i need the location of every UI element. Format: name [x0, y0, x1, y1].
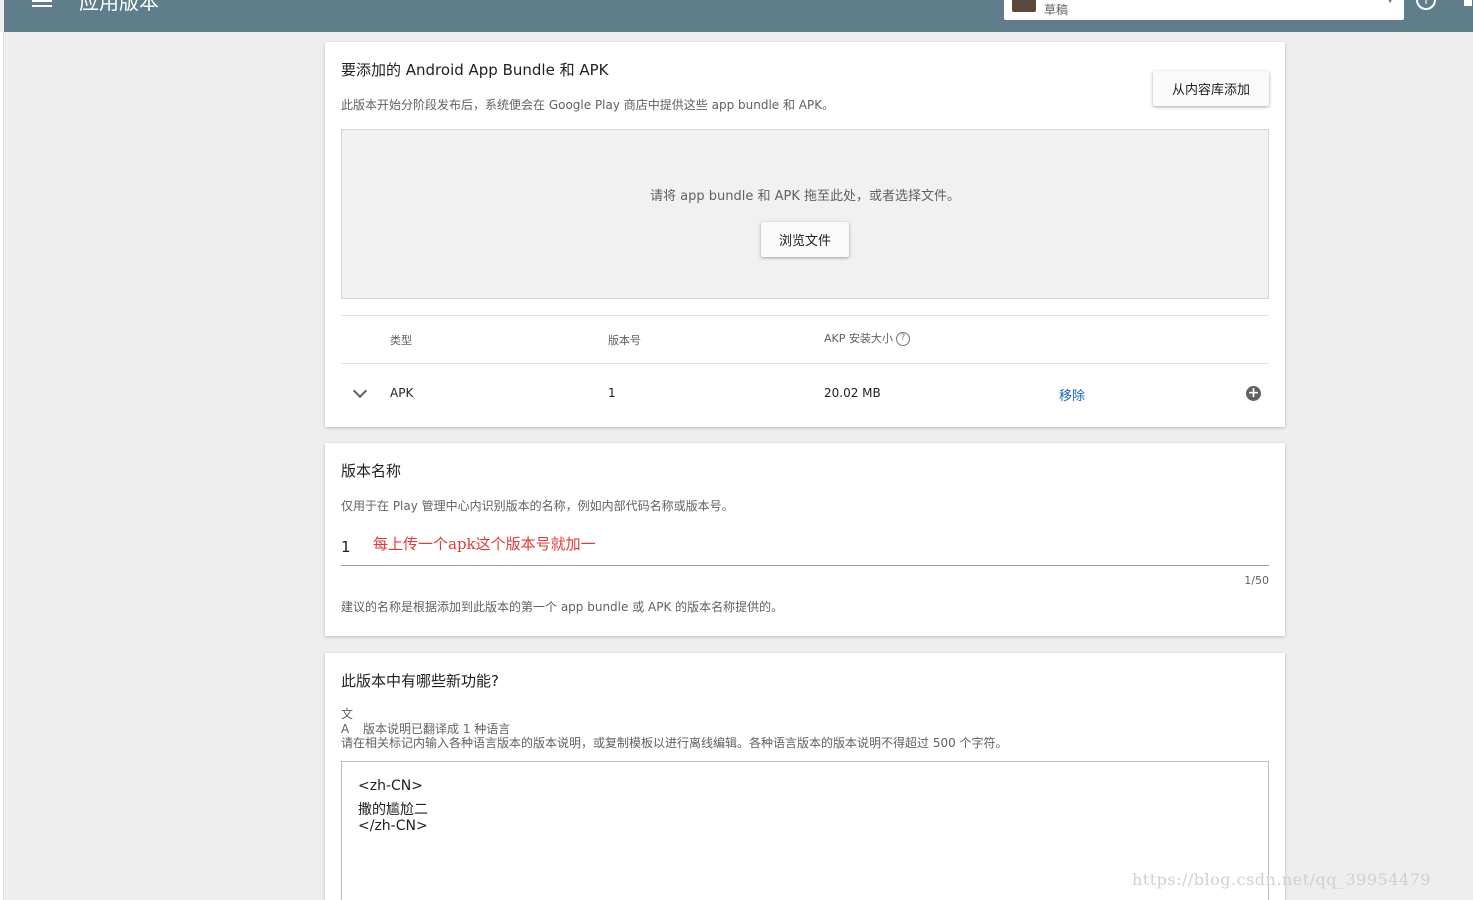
bundles-card-description: 此版本开始分阶段发布后，系统便会在 Google Play 商店中提供这些 ap… [341, 98, 835, 112]
row-install-size: 20.02 MB [824, 386, 881, 400]
top-app-bar: 应用版本 草稿 ▼ i [4, 0, 1473, 32]
character-counter: 1/50 [1244, 574, 1269, 587]
release-name-card: 版本名称 仅用于在 Play 管理中心内识别版本的名称，例如内部代码名称或版本号… [325, 443, 1285, 636]
track-status-label: 草稿 [1044, 3, 1069, 17]
expand-chevron-icon[interactable] [352, 383, 368, 399]
red-annotation: 每上传一个apk这个版本号就加一 [373, 535, 596, 553]
add-circle-icon[interactable]: + [1246, 386, 1261, 401]
notes-line: </zh-CN> [358, 818, 428, 834]
browse-files-button[interactable]: 浏览文件 [761, 222, 849, 257]
whats-new-title: 此版本中有哪些新功能? [341, 672, 499, 690]
release-notes-textarea[interactable]: <zh-CN> 撒的尴尬二 </zh-CN> [341, 761, 1269, 900]
watermark: https://blog.csdn.net/qq_39954479 [1132, 870, 1431, 889]
release-name-value: 1 [341, 538, 351, 556]
notes-line: 撒的尴尬二 [358, 802, 428, 818]
translation-status: 文A 版本说明已翻译成 1 种语言 [341, 705, 510, 737]
input-underline [341, 565, 1269, 566]
chevron-down-icon: ▼ [1386, 0, 1394, 5]
release-name-input[interactable]: 1 每上传一个apk这个版本号就加一 [325, 443, 1285, 568]
row-version-code: 1 [608, 386, 616, 400]
dropzone-text: 请将 app bundle 和 APK 拖至此处，或者选择文件。 [650, 189, 960, 204]
bundles-card: 要添加的 Android App Bundle 和 APK 此版本开始分阶段发布… [325, 42, 1285, 427]
release-notes-instructions: 请在相关标记内输入各种语言版本的版本说明，或复制模板以进行离线编辑。各种语言版本… [341, 736, 1008, 750]
app-avatar [1012, 0, 1036, 12]
track-selector[interactable]: 草稿 ▼ [1004, 0, 1404, 20]
upload-dropzone[interactable]: 请将 app bundle 和 APK 拖至此处，或者选择文件。 浏览文件 [341, 129, 1269, 299]
menu-icon[interactable] [32, 0, 52, 8]
left-nav-edge [0, 32, 4, 900]
remove-link[interactable]: 移除 [1059, 385, 1085, 404]
table-row: APK 1 20.02 MB 移除 + [325, 322, 1285, 422]
bundles-card-title: 要添加的 Android App Bundle 和 APK [341, 61, 609, 79]
notes-line: <zh-CN> [358, 778, 423, 794]
row-type: APK [390, 386, 414, 400]
info-icon[interactable]: i [1416, 0, 1436, 10]
add-from-library-button[interactable]: 从内容库添加 [1153, 71, 1269, 106]
release-name-hint: 建议的名称是根据添加到此版本的第一个 app bundle 或 APK 的版本名… [341, 600, 784, 614]
overflow-icon[interactable] [1464, 0, 1472, 6]
whats-new-card: 此版本中有哪些新功能? 文A 版本说明已翻译成 1 种语言 请在相关标记内输入各种… [325, 653, 1285, 900]
translate-icon: 文A [341, 707, 354, 736]
page-title: 应用版本 [79, 0, 159, 14]
table-top-divider [341, 315, 1269, 316]
